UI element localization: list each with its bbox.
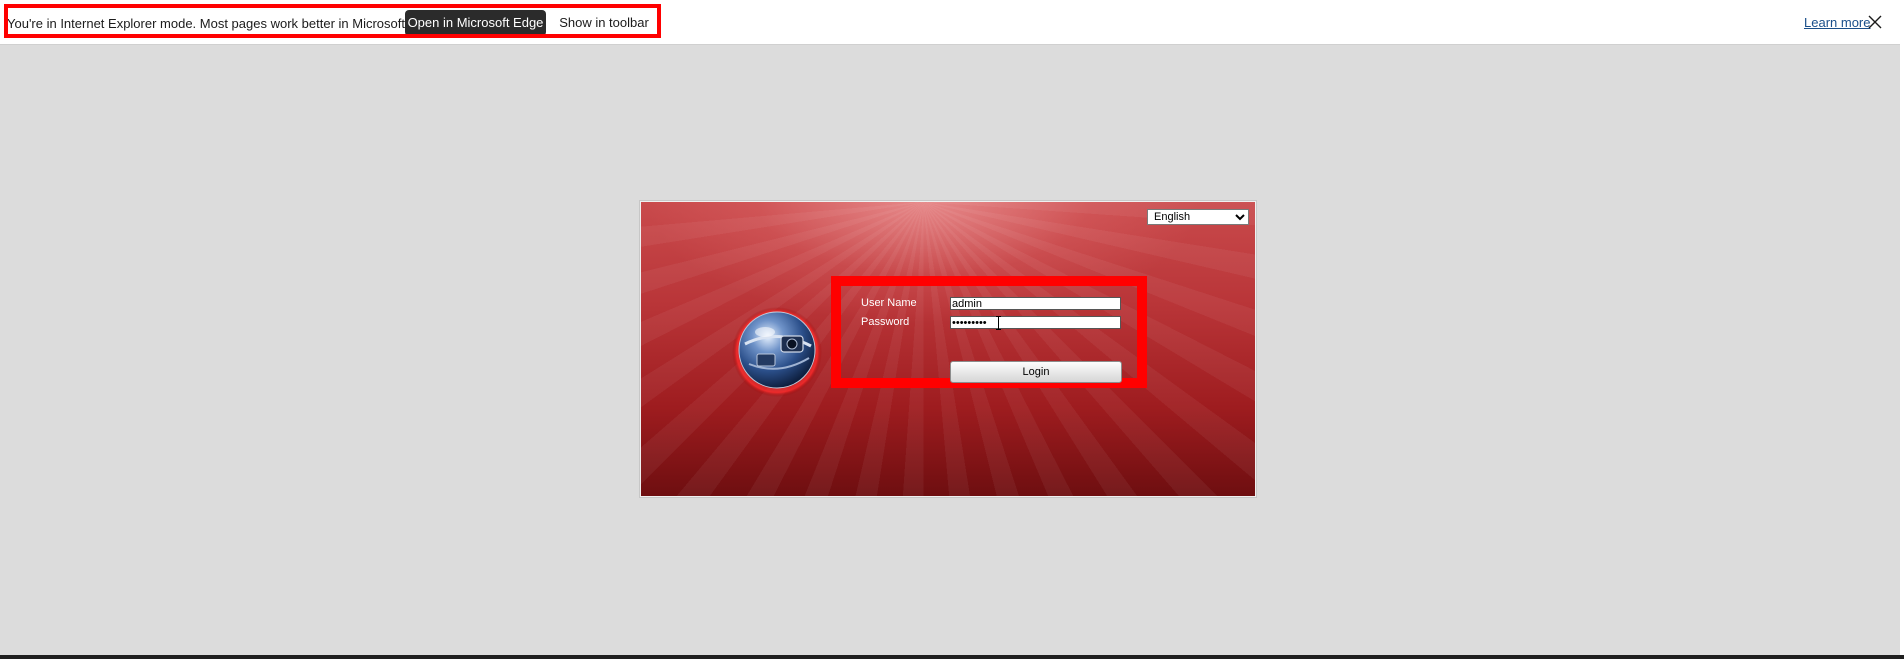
window-bottom-edge [0, 655, 1904, 659]
window-right-edge [1900, 0, 1904, 659]
ie-mode-infobar: You're in Internet Explorer mode. Most p… [0, 0, 1904, 45]
globe-camera-icon [732, 307, 822, 397]
login-button[interactable]: Login [950, 361, 1122, 383]
username-label: User Name [861, 297, 917, 309]
infobar-highlight-box [4, 4, 661, 38]
username-input[interactable] [950, 297, 1121, 310]
password-label: Password [861, 316, 910, 328]
learn-more-link[interactable]: Learn more [1804, 15, 1870, 30]
close-icon[interactable] [1866, 13, 1884, 31]
login-panel: English User Name Password Log [640, 201, 1256, 497]
language-select[interactable]: English [1147, 209, 1249, 225]
text-cursor-icon [996, 316, 1001, 330]
password-input[interactable] [950, 316, 1121, 329]
